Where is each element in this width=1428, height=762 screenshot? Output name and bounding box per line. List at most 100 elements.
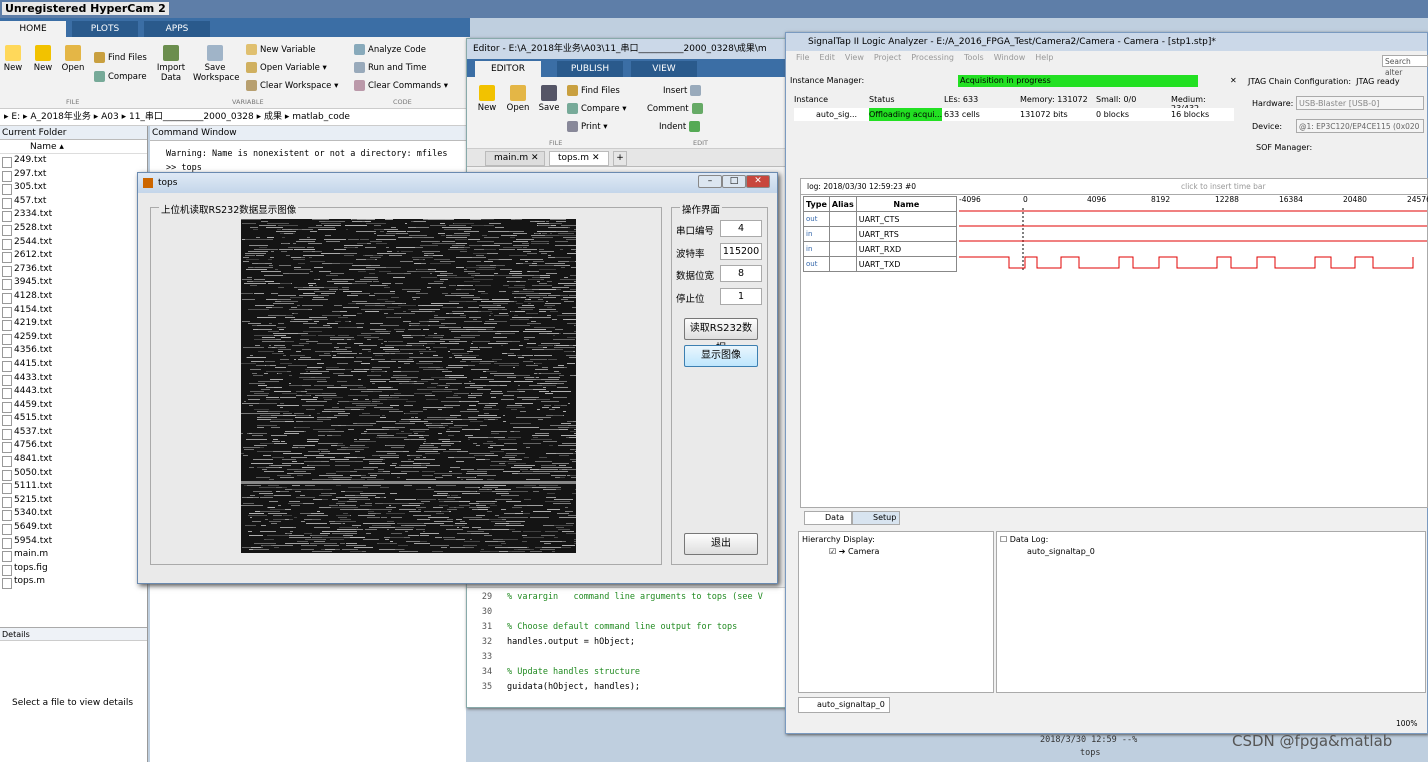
file-item[interactable]: 5954.txt xyxy=(0,535,147,549)
menu-processing[interactable]: Processing xyxy=(911,53,954,62)
read-rs232-button[interactable]: 读取RS232数据 xyxy=(684,318,758,354)
file-item[interactable]: 4459.txt xyxy=(0,399,147,413)
file-item[interactable]: 2612.txt xyxy=(0,249,147,263)
menu-view[interactable]: View xyxy=(845,53,864,62)
clear-commands-button[interactable]: Clear Commands ▾ xyxy=(354,80,448,91)
baud-input[interactable]: 115200 xyxy=(720,243,762,260)
find-files-button[interactable]: Find Files xyxy=(94,52,147,63)
new-tab-button[interactable]: + xyxy=(613,151,627,166)
menu-file[interactable]: File xyxy=(796,53,809,62)
file-item[interactable]: 4154.txt xyxy=(0,304,147,318)
indent-button[interactable]: Indent xyxy=(659,121,701,132)
file-item[interactable]: 2544.txt xyxy=(0,236,147,250)
hardware-select[interactable]: USB-Blaster [USB-0] xyxy=(1296,96,1424,110)
new-variable-button[interactable]: New Variable xyxy=(246,44,316,55)
tab-view[interactable]: VIEW xyxy=(631,61,697,77)
file-item[interactable]: 4433.txt xyxy=(0,372,147,386)
show-image-button[interactable]: 显示图像 xyxy=(684,345,758,367)
menu-project[interactable]: Project xyxy=(874,53,901,62)
menu-tools[interactable]: Tools xyxy=(964,53,984,62)
tab-apps[interactable]: APPS xyxy=(144,21,210,37)
file-item[interactable]: 5111.txt xyxy=(0,480,147,494)
editor-new-button[interactable]: New xyxy=(475,85,499,113)
new-button[interactable]: New xyxy=(32,45,54,73)
tab-data[interactable]: Data xyxy=(804,511,852,525)
code-area[interactable]: 29% varargin command line arguments to t… xyxy=(467,587,787,707)
file-item[interactable]: 4756.txt xyxy=(0,439,147,454)
tab-publish[interactable]: PUBLISH xyxy=(557,61,623,77)
open-button[interactable]: Open xyxy=(60,45,86,73)
menu-edit[interactable]: Edit xyxy=(819,53,835,62)
signal-row[interactable]: out UART_CTS xyxy=(803,211,958,227)
file-item[interactable]: 2736.txt xyxy=(0,263,147,277)
file-item[interactable]: tops.m xyxy=(0,575,147,589)
file-item[interactable]: 5050.txt xyxy=(0,467,147,481)
close-button[interactable]: ✕ xyxy=(746,175,770,188)
file-item[interactable]: 4537.txt xyxy=(0,426,147,440)
file-item[interactable]: 5215.txt xyxy=(0,494,147,508)
file-item[interactable]: 4259.txt xyxy=(0,331,147,345)
analyze-code-button[interactable]: Analyze Code xyxy=(354,44,426,55)
file-tab-main[interactable]: main.m ✕ xyxy=(485,151,545,166)
file-item[interactable]: 297.txt xyxy=(0,168,147,182)
file-item[interactable]: 305.txt xyxy=(0,181,147,195)
file-item[interactable]: 4841.txt xyxy=(0,453,147,467)
editor-open-button[interactable]: Open xyxy=(505,85,531,113)
file-item[interactable]: 4219.txt xyxy=(0,317,147,331)
clear-workspace-button[interactable]: Clear Workspace ▾ xyxy=(246,80,338,91)
file-item[interactable]: 2528.txt xyxy=(0,222,147,236)
file-tab-tops[interactable]: tops.m ✕ xyxy=(549,151,609,166)
file-item[interactable]: 4415.txt xyxy=(0,358,147,372)
name-column-header[interactable]: Name ▴ xyxy=(0,140,147,154)
tab-setup[interactable]: Setup xyxy=(852,511,900,525)
editor-print[interactable]: Print ▾ xyxy=(567,121,608,132)
databits-input[interactable]: 8 xyxy=(720,265,762,282)
tab-plots[interactable]: PLOTS xyxy=(72,21,138,37)
file-item[interactable]: main.m xyxy=(0,548,147,562)
editor-find-files[interactable]: Find Files xyxy=(567,85,620,96)
file-item[interactable]: 249.txt xyxy=(0,154,147,168)
import-data-button[interactable]: Import Data xyxy=(154,45,188,83)
file-item[interactable]: 2334.txt xyxy=(0,208,147,222)
tab-home[interactable]: HOME xyxy=(0,21,66,37)
address-bar[interactable]: ▸ E: ▸ A_2018年业务 ▸ A03 ▸ 11_串口_________2… xyxy=(0,109,470,126)
maximize-button[interactable]: □ xyxy=(722,175,746,188)
file-item[interactable]: 3945.txt xyxy=(0,276,147,290)
minimize-button[interactable]: – xyxy=(698,175,722,188)
signal-row[interactable]: out UART_TXD xyxy=(803,256,958,272)
exit-button[interactable]: 退出 xyxy=(684,533,758,555)
file-item[interactable]: 4515.txt xyxy=(0,412,147,426)
save-workspace-button[interactable]: Save Workspace xyxy=(193,45,239,83)
menu-window[interactable]: Window xyxy=(994,53,1026,62)
comment-button[interactable]: Comment xyxy=(647,103,703,114)
device-select[interactable]: @1: EP3C120/EP4CE115 (0x020 xyxy=(1296,119,1424,133)
file-item[interactable]: 4128.txt xyxy=(0,290,147,304)
file-item[interactable]: 457.txt xyxy=(0,195,147,209)
file-item[interactable]: tops.fig xyxy=(0,562,147,576)
file-item[interactable]: 4443.txt xyxy=(0,385,147,399)
hierarchy-item-camera[interactable]: ☑ ➔ Camera xyxy=(799,547,993,556)
search-input[interactable]: Search alter xyxy=(1382,55,1428,77)
signal-row[interactable]: in UART_RTS xyxy=(803,226,958,242)
stopbits-input[interactable]: 1 xyxy=(720,288,762,305)
signal-row[interactable]: in UART_RXD xyxy=(803,241,958,257)
tab-editor[interactable]: EDITOR xyxy=(475,61,541,77)
open-variable-button[interactable]: Open Variable ▾ xyxy=(246,62,327,73)
file-item[interactable]: 5340.txt xyxy=(0,507,147,522)
data-log-item[interactable]: auto_signaltap_0 xyxy=(997,547,1425,556)
instance-tab[interactable]: auto_signaltap_0 xyxy=(798,697,890,713)
run-and-time-button[interactable]: Run and Time xyxy=(354,62,427,73)
file-item[interactable]: 4356.txt xyxy=(0,344,147,358)
waveform-area[interactable]: log: 2018/03/30 12:59:23 #0 click to ins… xyxy=(800,178,1428,508)
editor-compare[interactable]: Compare ▾ xyxy=(567,103,627,114)
compare-button[interactable]: Compare xyxy=(94,71,147,82)
editor-save-button[interactable]: Save xyxy=(537,85,561,113)
menu-help[interactable]: Help xyxy=(1035,53,1053,62)
file-item[interactable]: 5649.txt xyxy=(0,521,147,535)
instance-close-icon[interactable]: ✕ xyxy=(1230,73,1237,89)
instance-row[interactable]: auto_sig... Offloading acqui... 633 cells 1… xyxy=(794,108,1234,121)
sof-manager[interactable]: SOF Manager: xyxy=(1256,143,1312,152)
port-input[interactable]: 4 xyxy=(720,220,762,237)
new-script-button[interactable]: New xyxy=(2,45,24,73)
insert-button[interactable]: Insert xyxy=(663,85,702,96)
